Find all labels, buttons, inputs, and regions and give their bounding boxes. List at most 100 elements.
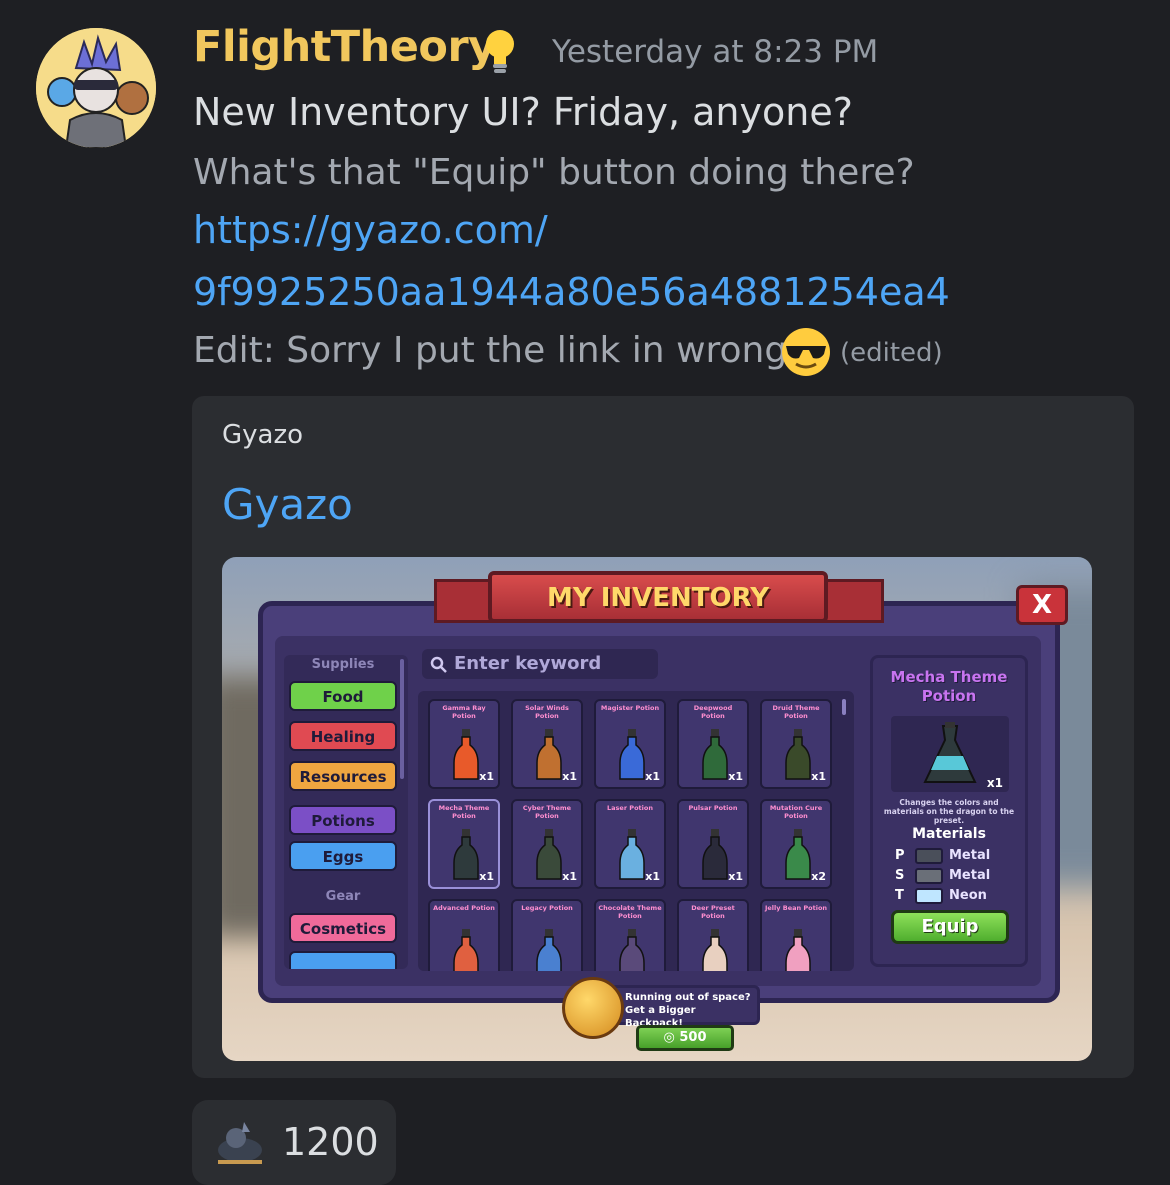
potion-bottle-icon: [536, 729, 562, 780]
item-slot[interactable]: Magister Potion x1: [594, 699, 666, 789]
item-quantity: x1: [562, 870, 577, 883]
item-slot[interactable]: Mecha Theme Potion x1: [428, 799, 500, 889]
search-input[interactable]: Enter keyword: [422, 649, 658, 679]
item-quantity: x1: [811, 770, 826, 783]
category-food[interactable]: Food: [289, 681, 397, 711]
item-name: Gamma Ray Potion: [442, 704, 486, 720]
item-name: Solar Winds Potion: [525, 704, 569, 720]
item-name: Deepwood Potion: [693, 704, 733, 720]
detail-quantity: x1: [986, 776, 1003, 790]
item-name: Druid Theme Potion: [772, 704, 820, 720]
detail-image: x1: [891, 716, 1009, 792]
item-name: Magister Potion: [600, 704, 660, 712]
dragon-emoji-icon: [218, 1122, 262, 1164]
item-slot[interactable]: Druid Theme Potion x1: [760, 699, 832, 789]
sunglasses-emoji-icon: [782, 328, 830, 376]
item-quantity: x1: [645, 870, 660, 883]
avatar-art-icon: [36, 28, 156, 148]
item-quantity: x1: [562, 770, 577, 783]
item-name: Mutation Cure Potion: [769, 804, 823, 820]
item-quantity: x1: [645, 770, 660, 783]
embed-title[interactable]: Gyazo: [222, 480, 353, 529]
category-healing[interactable]: Healing: [289, 721, 397, 751]
item-quantity: x1: [479, 870, 494, 883]
item-name: Pulsar Potion: [688, 804, 738, 812]
category-eggs[interactable]: Eggs: [289, 841, 397, 871]
search-icon: [430, 656, 447, 673]
grid-scrollbar[interactable]: [842, 699, 846, 715]
embed-provider[interactable]: Gyazo: [222, 420, 303, 450]
item-name: Advanced Potion: [433, 904, 495, 912]
category-accessories[interactable]: [289, 951, 397, 969]
potion-bottle-icon: [453, 929, 479, 971]
user-avatar[interactable]: [36, 28, 156, 148]
potion-bottle-icon: [536, 829, 562, 880]
potion-bottle-icon: [785, 729, 811, 780]
item-slot[interactable]: Pulsar Potion x1: [677, 799, 749, 889]
category-resources[interactable]: Resources: [289, 761, 397, 791]
potion-bottle-icon: [785, 829, 811, 880]
section-supplies: Supplies: [311, 657, 375, 672]
item-slot[interactable]: Cyber Theme Potion x1: [511, 799, 583, 889]
item-name: Chocolate Theme Potion: [598, 904, 662, 920]
detail-title: Mecha Theme Potion: [890, 668, 1008, 705]
item-quantity: x1: [479, 770, 494, 783]
message-line-edit: Edit: Sorry I put the link in wrong: [193, 330, 788, 371]
backpack-icon: [562, 977, 624, 1039]
equip-button[interactable]: Equip: [891, 910, 1009, 944]
item-slot[interactable]: Chocolate Theme Potion: [594, 899, 666, 971]
section-gear: Gear: [325, 889, 361, 904]
potion-bottle-icon: [619, 729, 645, 780]
potion-bottle-icon: [702, 929, 728, 971]
material-swatch: [915, 868, 943, 884]
category-sidebar: Supplies Food Healing Resources Potions …: [284, 655, 408, 969]
item-name: Deer Preset Potion: [691, 904, 735, 920]
item-slot[interactable]: Deepwood Potion x1: [677, 699, 749, 789]
potion-bottle-icon: [785, 929, 811, 971]
potion-bottle-icon: [453, 729, 479, 780]
item-slot[interactable]: Solar Winds Potion x1: [511, 699, 583, 789]
inventory-title-banner: MY INVENTORY: [488, 571, 828, 623]
item-slot[interactable]: Laser Potion x1: [594, 799, 666, 889]
category-scrollbar[interactable]: [400, 659, 404, 779]
promo-line-1: Running out of space?: [625, 992, 751, 1003]
detail-description: Changes the colors and materials on the …: [883, 798, 1015, 825]
embed-image[interactable]: MY INVENTORY X Supplies Food Healing Res…: [222, 557, 1092, 1061]
username[interactable]: FlightTheory: [193, 22, 496, 72]
buy-backpack-button[interactable]: ◎ 500: [636, 1025, 734, 1051]
message-link-part-2[interactable]: 9f9925250aa1944a80e56a4881254ea4: [193, 270, 950, 314]
inventory-title: MY INVENTORY: [546, 583, 770, 613]
item-slot[interactable]: Jelly Bean Potion: [760, 899, 832, 971]
item-name: Mecha Theme Potion: [438, 804, 490, 820]
material-swatch: [915, 888, 943, 904]
message-line-1: New Inventory UI? Friday, anyone?: [193, 90, 853, 134]
edited-label: (edited): [840, 338, 943, 368]
potion-bottle-icon: [619, 929, 645, 971]
promo-box: Running out of space? Get a Bigger Backpa…: [610, 985, 760, 1029]
item-name: Laser Potion: [607, 804, 653, 812]
materials-label: Materials: [912, 826, 986, 842]
potion-bottle-icon: [619, 829, 645, 880]
item-quantity: x2: [811, 870, 826, 883]
item-slot[interactable]: Deer Preset Potion: [677, 899, 749, 971]
category-cosmetics[interactable]: Cosmetics: [289, 913, 397, 943]
category-potions[interactable]: Potions: [289, 805, 397, 835]
item-slot[interactable]: Mutation Cure Potion x2: [760, 799, 832, 889]
close-button[interactable]: X: [1016, 585, 1068, 625]
item-name: Jelly Bean Potion: [764, 904, 828, 912]
potion-bottle-icon: [536, 929, 562, 971]
backpack-promo: Running out of space? Get a Bigger Backpa…: [562, 975, 762, 1057]
item-name: Cyber Theme Potion: [522, 804, 572, 820]
message-link-part-1[interactable]: https://gyazo.com/: [193, 208, 548, 252]
reaction-button[interactable]: 1200: [192, 1100, 396, 1185]
potion-bottle-icon: [702, 829, 728, 880]
message-line-2: What's that "Equip" button doing there?: [193, 152, 915, 193]
item-slot[interactable]: Legacy Potion: [511, 899, 583, 971]
item-slot[interactable]: Gamma Ray Potion x1: [428, 699, 500, 789]
material-swatch: [915, 848, 943, 864]
item-slot[interactable]: Advanced Potion: [428, 899, 500, 971]
message-timestamp[interactable]: Yesterday at 8:23 PM: [552, 34, 878, 70]
potion-bottle-icon: [453, 829, 479, 880]
item-grid: Gamma Ray Potion x1 Solar Winds Potion x1 Ma…: [418, 691, 854, 971]
lightbulb-icon: [486, 30, 514, 73]
